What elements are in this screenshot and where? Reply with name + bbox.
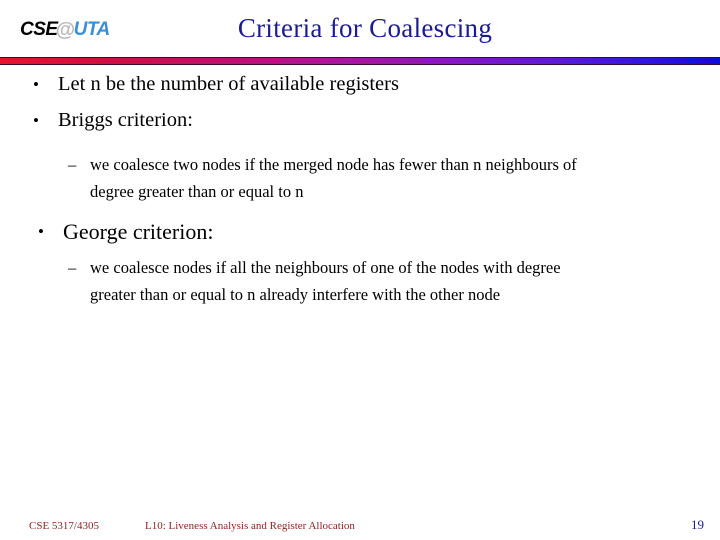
bullet-dot-icon: •: [33, 75, 39, 94]
bullet-dot-icon: •: [33, 111, 39, 130]
footer-course-code: CSE 5317/4305: [29, 520, 99, 532]
sub-bullet-briggs-line1: – we coalesce two nodes if the merged no…: [0, 154, 720, 175]
page-title: Criteria for Coalescing: [237, 13, 493, 43]
sub-bullet-briggs-line2: degree greater than or equal to n: [0, 181, 720, 202]
bullet-text: Let n be the number of available registe…: [58, 73, 399, 95]
sub-bullet-text: we coalesce nodes if all the neighbours …: [90, 258, 561, 277]
footer-page-number: 19: [691, 517, 704, 532]
bullet-item-george: • George criterion:: [0, 218, 720, 245]
footer-lecture-title: L10: Liveness Analysis and Register Allo…: [145, 520, 355, 532]
bullet-item-briggs: • Briggs criterion:: [0, 108, 720, 133]
bullet-text: George criterion:: [63, 219, 214, 244]
dash-marker-icon: –: [68, 155, 77, 174]
bullet-item-registers: • Let n be the number of available regis…: [0, 72, 720, 97]
header-gradient-divider: [0, 57, 720, 65]
sub-bullet-text: we coalesce two nodes if the merged node…: [90, 155, 577, 174]
sub-bullet-text: degree greater than or equal to n: [90, 182, 304, 201]
sub-bullet-text: greater than or equal to n already inter…: [90, 285, 501, 304]
sub-bullet-george-line2: greater than or equal to n already inter…: [0, 284, 720, 305]
bullet-dot-icon: •: [38, 222, 44, 241]
sub-bullet-george-line1: – we coalesce nodes if all the neighbour…: [0, 257, 720, 278]
slide-canvas: CSE@UTA Criteria for Coalescing • Let n …: [0, 0, 720, 540]
slide-body: • Let n be the number of available regis…: [0, 72, 720, 311]
dash-marker-icon: –: [68, 258, 77, 277]
bullet-text: Briggs criterion:: [58, 109, 193, 131]
